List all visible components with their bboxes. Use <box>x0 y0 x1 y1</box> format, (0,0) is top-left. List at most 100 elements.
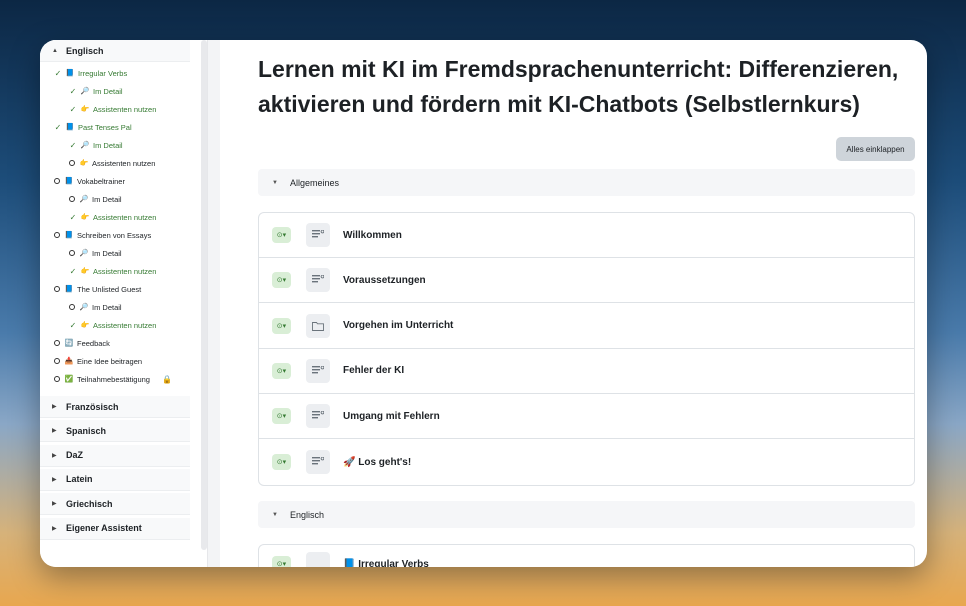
sidebar-section[interactable]: ▶ Spanisch <box>40 420 190 443</box>
activity-name[interactable]: Fehler der KI <box>343 365 404 376</box>
item-emoji-icon: 🔎 <box>79 196 89 203</box>
sidebar-divider <box>208 40 220 567</box>
page-icon <box>306 404 330 429</box>
sidebar-item-label: Im Detail <box>93 140 123 150</box>
activity-row[interactable]: ⊙▾ 🚀 Los geht's! <box>259 440 914 485</box>
sidebar-item[interactable]: 👉 Assistenten nutzen <box>40 154 190 172</box>
folder-icon <box>306 313 330 338</box>
sidebar-item[interactable]: ✅ Teilnahmebestätigung 🔒 <box>40 370 190 388</box>
item-emoji-icon: 🔎 <box>80 142 90 149</box>
sidebar-item-label: Irregular Verbs <box>78 68 128 78</box>
sidebar-item-label: Feedback <box>77 338 110 348</box>
chevron-right-icon: ▶ <box>52 428 57 435</box>
circle-icon <box>54 178 60 184</box>
check-icon: ✓ <box>54 122 62 132</box>
sidebar-item[interactable]: 🔎 Im Detail <box>40 244 190 262</box>
item-emoji-icon: 📘 <box>65 70 75 77</box>
sidebar-item[interactable]: ✓ 👉 Assistenten nutzen <box>40 100 190 118</box>
sidebar-item[interactable]: ✓ 👉 Assistenten nutzen <box>40 208 190 226</box>
collapse-all-button[interactable]: Alles einklappen <box>836 137 915 161</box>
circle-icon <box>54 232 60 238</box>
sidebar-item[interactable]: ✓ 📘 Irregular Verbs <box>40 64 190 82</box>
activity-row[interactable]: ⊙▾ Willkommen <box>259 213 914 258</box>
activity-row[interactable]: ⊙▾ Voraussetzungen <box>259 258 914 304</box>
item-emoji-icon: 📘 <box>64 178 74 185</box>
sidebar-item[interactable]: 📥 Eine Idee beitragen <box>40 352 190 370</box>
sidebar-item-label: Vokabeltrainer <box>77 176 125 186</box>
activity-name[interactable]: Willkommen <box>343 230 402 241</box>
sidebar-item-label: Eine Idee beitragen <box>77 356 143 366</box>
circle-icon <box>54 358 60 364</box>
completion-status-icon[interactable]: ⊙▾ <box>272 227 291 243</box>
completion-status-icon[interactable]: ⊙▾ <box>272 556 291 567</box>
circle-icon <box>54 340 60 346</box>
sidebar-item[interactable]: 📘 Schreiben von Essays <box>40 226 190 244</box>
activity-row[interactable]: ⊙▾ Vorgehen im Unterricht <box>259 304 914 349</box>
sidebar-item-label: Assistenten nutzen <box>93 266 157 276</box>
completion-status-icon[interactable]: ⊙▾ <box>272 408 291 425</box>
sidebar-section[interactable]: ▶ Eigener Assistent <box>40 517 190 540</box>
sidebar-scrollbar[interactable] <box>201 40 207 550</box>
item-emoji-icon: 🔎 <box>79 250 89 257</box>
completion-status-icon[interactable]: ⊙▾ <box>272 362 291 379</box>
page-icon <box>306 223 330 247</box>
item-emoji-icon: 📥 <box>64 358 74 365</box>
item-emoji-icon: 👉 <box>80 322 90 329</box>
circle-icon <box>54 286 60 292</box>
section-englisch[interactable]: ▲ Englisch <box>40 40 190 62</box>
lock-icon: 🔒 <box>161 374 172 384</box>
sidebar-item[interactable]: ✓ 📘 Past Tenses Pal <box>40 118 190 136</box>
item-emoji-icon: 📘 <box>65 124 75 131</box>
activity-row[interactable]: ⊙▾ Fehler der KI <box>259 349 914 394</box>
sidebar-item[interactable]: ✓ 👉 Assistenten nutzen <box>40 316 190 334</box>
sidebar-item[interactable]: 🔎 Im Detail <box>40 190 190 208</box>
page-icon <box>306 450 330 474</box>
activity-name[interactable]: 📘 Irregular Verbs <box>343 559 429 568</box>
activity-row[interactable]: ⊙▾ Umgang mit Fehlern <box>259 394 914 440</box>
triangle-down-icon: ▼ <box>272 179 278 186</box>
section-label: Griechisch <box>66 498 113 509</box>
sidebar-section[interactable]: ▶ Griechisch <box>40 493 190 516</box>
completion-status-icon[interactable]: ⊙▾ <box>272 317 291 334</box>
sidebar-item[interactable]: 🔄 Feedback <box>40 334 190 352</box>
circle-icon <box>69 250 75 256</box>
circle-icon <box>54 376 60 382</box>
circle-icon <box>69 304 75 310</box>
chevron-up-icon: ▲ <box>52 47 58 54</box>
check-icon: ✓ <box>69 212 77 222</box>
sidebar-item[interactable]: 🔎 Im Detail <box>40 298 190 316</box>
sidebar-item[interactable]: ✓ 🔎 Im Detail <box>40 136 190 154</box>
check-icon: ✓ <box>54 68 62 78</box>
section-header-englisch[interactable]: ▼ Englisch <box>258 501 915 528</box>
sidebar-item-label: Assistenten nutzen <box>92 158 156 168</box>
section-header-allgemeines[interactable]: ▼ Allgemeines <box>258 169 915 196</box>
activity-name[interactable]: Voraussetzungen <box>343 275 426 286</box>
check-icon: ✓ <box>69 266 77 276</box>
sidebar-item-label: Im Detail <box>92 302 122 312</box>
item-emoji-icon: 🔎 <box>80 88 90 95</box>
sidebar-section[interactable]: ▶ Latein <box>40 468 190 491</box>
activity-name[interactable]: 🚀 Los geht's! <box>343 457 411 468</box>
page-icon <box>306 268 330 293</box>
section-label: Französisch <box>66 401 119 412</box>
activity-list: ⊙▾ Willkommen ⊙▾ Voraussetzungen ⊙▾ Vorgehen … <box>258 212 915 486</box>
circle-icon <box>69 196 75 202</box>
sidebar-item[interactable]: ✓ 👉 Assistenten nutzen <box>40 262 190 280</box>
section-label: Latein <box>66 474 93 485</box>
item-emoji-icon: 📘 <box>64 232 74 239</box>
item-emoji-icon: 🔄 <box>64 340 74 347</box>
section-label: Spanisch <box>66 425 107 436</box>
chevron-right-icon: ▶ <box>52 525 57 532</box>
sidebar-section[interactable]: ▶ Französisch <box>40 396 190 418</box>
sidebar-item[interactable]: ✓ 🔎 Im Detail <box>40 82 190 100</box>
completion-status-icon[interactable]: ⊙▾ <box>272 272 291 289</box>
completion-status-icon[interactable]: ⊙▾ <box>272 454 291 470</box>
activity-name[interactable]: Vorgehen im Unterricht <box>343 320 453 331</box>
activity-row[interactable]: ⊙▾ 📘 Irregular Verbs <box>258 544 915 567</box>
sidebar-item[interactable]: 📘 The Unlisted Guest <box>40 280 190 298</box>
sidebar-section[interactable]: ▶ DaZ <box>40 444 190 467</box>
activity-name[interactable]: Umgang mit Fehlern <box>343 411 440 422</box>
triangle-down-icon: ▼ <box>272 511 278 518</box>
chevron-right-icon: ▶ <box>52 501 57 508</box>
sidebar-item[interactable]: 📘 Vokabeltrainer <box>40 172 190 190</box>
